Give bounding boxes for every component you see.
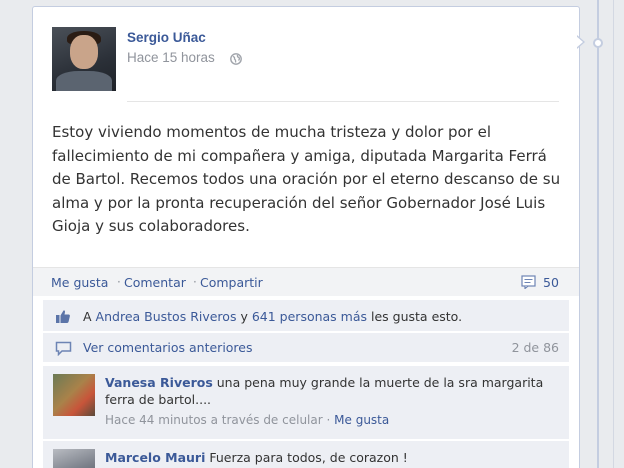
comment-item: Vanesa Riveros una pena muy grande la mu… — [43, 365, 569, 439]
likes-suffix: les gusta esto. — [371, 309, 463, 324]
post-card: Sergio Uñac Hace 15 horas Estoy viviendo… — [32, 6, 580, 468]
author-avatar[interactable] — [52, 27, 116, 91]
likes-conjunction: y — [240, 309, 248, 324]
comments-shown-count: 2 de 86 — [511, 340, 559, 355]
thumbs-up-icon — [56, 310, 70, 323]
liker-name-link[interactable]: Andrea Bustos Riveros — [96, 309, 237, 324]
view-previous-comments[interactable]: Ver comentarios anteriores 2 de 86 — [43, 332, 569, 362]
timeline-dot — [593, 38, 603, 48]
comment-like-link[interactable]: Me gusta — [334, 413, 389, 427]
right-edge-panel — [613, 0, 624, 468]
view-previous-comments-link[interactable]: Ver comentarios anteriores — [83, 340, 253, 355]
card-pointer-inner — [576, 36, 583, 48]
comment-text: Fuerza para todos, de corazon ! — [209, 450, 408, 465]
comment-bubble-icon — [55, 341, 72, 356]
separator: · — [117, 275, 121, 289]
commenter-name[interactable]: Marcelo Mauri — [105, 450, 205, 465]
other-likers-link[interactable]: 641 personas más — [252, 309, 367, 324]
commenter-avatar[interactable] — [53, 449, 95, 468]
comment-timestamp[interactable]: Hace 44 minutos a través de celular — [105, 413, 323, 427]
commenter-name[interactable]: Vanesa Riveros — [105, 375, 213, 390]
post-body: Estoy viviendo momentos de mucha tristez… — [52, 123, 561, 235]
separator: · — [193, 275, 197, 289]
likes-summary: A Andrea Bustos Riveros y 641 personas m… — [43, 299, 569, 331]
commenter-avatar[interactable] — [53, 374, 95, 416]
post-actions-bar: Me gusta · Comentar · Compartir 50 — [33, 267, 579, 296]
header-divider — [127, 101, 559, 102]
globe-icon[interactable] — [230, 53, 242, 65]
timeline-line — [597, 0, 599, 468]
likes-prefix: A — [83, 309, 92, 324]
comment-count[interactable]: 50 — [543, 275, 559, 290]
comments-icon[interactable] — [521, 275, 536, 289]
post-timestamp[interactable]: Hace 15 horas — [127, 50, 215, 65]
author-name[interactable]: Sergio Uñac — [127, 30, 206, 45]
separator: · — [326, 413, 331, 427]
share-link[interactable]: Compartir — [200, 275, 263, 290]
like-link[interactable]: Me gusta — [51, 275, 108, 290]
comment-item: Marcelo Mauri Fuerza para todos, de cora… — [43, 440, 569, 468]
comment-link[interactable]: Comentar — [124, 275, 186, 290]
